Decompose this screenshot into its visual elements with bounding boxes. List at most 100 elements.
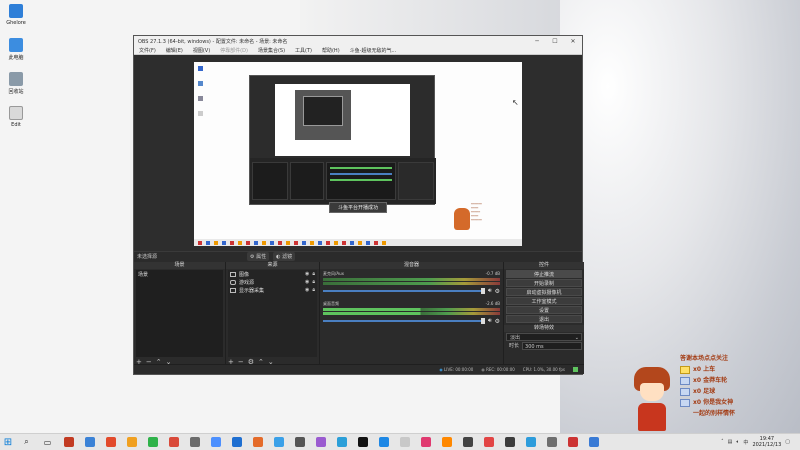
desktop-icon-ghelore[interactable]: Ghelore	[4, 4, 28, 26]
taskbar-app-icon[interactable]	[373, 434, 394, 450]
clock-date: 2021/12/13	[752, 442, 782, 448]
stop-streaming-button[interactable]: 停止推流	[506, 270, 582, 278]
obs-window[interactable]: OBS 27.1.3 (64-bit, windows) - 配置文件: 未命名…	[133, 35, 584, 375]
duration-input[interactable]: 300 ms	[522, 342, 582, 350]
taskbar-app-icon[interactable]	[436, 434, 457, 450]
desktop-icon-computer[interactable]: 此电脑	[4, 38, 28, 61]
minimize-icon[interactable]: ─	[528, 38, 546, 45]
menu-help[interactable]: 帮助(H)	[317, 47, 345, 54]
notification-icon[interactable]: ▢	[785, 439, 790, 445]
visibility-eye-icon[interactable]: ◉	[305, 287, 309, 293]
taskbar-app-icon[interactable]	[457, 434, 478, 450]
transition-select[interactable]: 淡出 ⌄	[506, 333, 582, 341]
search-icon[interactable]: ⌕	[16, 434, 37, 450]
taskbar-app-icon[interactable]	[310, 434, 331, 450]
taskbar-app-icon[interactable]	[289, 434, 310, 450]
recycle-bin-icon	[9, 72, 23, 86]
overlay-line: x0 上车	[680, 364, 800, 375]
menu-docks[interactable]: 停靠部件(D)	[215, 47, 253, 54]
lock-icon[interactable]: 🔒︎	[312, 279, 315, 285]
clock[interactable]: 19:47 2021/12/13	[752, 436, 781, 448]
taskbar-app-icon[interactable]	[478, 434, 499, 450]
task-view-icon[interactable]: ▭	[37, 434, 58, 450]
volume-slider[interactable]	[323, 288, 485, 294]
sources-list[interactable]: 图像 ◉ 🔒︎ 游戏源 ◉ 🔒︎ 显示器采集 ◉ 🔒︎	[228, 270, 317, 357]
taskbar-app-icon[interactable]	[415, 434, 436, 450]
gear-icon[interactable]: ⚙	[495, 288, 500, 295]
taskbar-app-icon[interactable]	[583, 434, 604, 450]
menu-view[interactable]: 视图(V)	[188, 47, 215, 54]
source-item[interactable]: 显示器采集 ◉ 🔒︎	[228, 286, 317, 294]
taskbar-apps	[58, 434, 604, 450]
taskbar-app-icon[interactable]	[184, 434, 205, 450]
menu-douyu-plugin[interactable]: 斗鱼-超级无敌的气...	[345, 47, 402, 54]
volume-slider[interactable]	[323, 318, 485, 324]
taskbar-app-icon[interactable]	[205, 434, 226, 450]
obs-titlebar[interactable]: OBS 27.1.3 (64-bit, windows) - 配置文件: 未命名…	[134, 36, 582, 46]
menu-file[interactable]: 文件(F)	[134, 47, 161, 54]
tray-chevron-icon[interactable]: ˄	[721, 439, 724, 445]
taskbar-app-icon[interactable]	[226, 434, 247, 450]
visibility-eye-icon[interactable]: ◉	[305, 279, 309, 285]
overlay-line: x0 足球	[680, 386, 800, 397]
menu-scene-collection[interactable]: 场景集合(S)	[253, 47, 290, 54]
menu-edit[interactable]: 编辑(E)	[161, 47, 188, 54]
start-recording-button[interactable]: 开始录制	[506, 279, 582, 287]
preview-desktop-icons	[198, 66, 206, 126]
windows-start-icon[interactable]: ⊞	[0, 437, 16, 448]
taskbar-app-icon[interactable]	[499, 434, 520, 450]
ime-icon[interactable]: 中	[743, 439, 748, 446]
lock-icon[interactable]: 🔒︎	[312, 287, 315, 293]
live-status: ◉ LIVE: 00:00:00	[439, 367, 474, 372]
taskbar-app-icon[interactable]	[121, 434, 142, 450]
taskbar-app-icon[interactable]	[520, 434, 541, 450]
lock-icon[interactable]: 🔒︎	[312, 271, 315, 277]
maximize-icon[interactable]: ☐	[546, 38, 564, 45]
close-icon[interactable]: ✕	[564, 38, 582, 45]
taskbar-app-icon[interactable]	[352, 434, 373, 450]
taskbar-app-icon[interactable]	[541, 434, 562, 450]
taskbar-app-icon[interactable]	[331, 434, 352, 450]
scene-item[interactable]: 场景	[136, 270, 223, 278]
visibility-eye-icon[interactable]: ◉	[305, 271, 309, 277]
preview-canvas[interactable]: 斗鱼平台开播成功 ↖ ━━━━━━ ━━━━ ━━━━━ ━━━━ ━━━━━━	[194, 62, 522, 246]
menu-tools[interactable]: 工具(T)	[290, 47, 317, 54]
properties-button[interactable]: ⚙ 属性	[247, 251, 270, 261]
track-name: 麦克风/Aux	[323, 271, 344, 276]
desktop-icon-label: Edit	[11, 122, 21, 128]
source-item[interactable]: 游戏源 ◉ 🔒︎	[228, 278, 317, 286]
exit-button[interactable]: 退出	[506, 315, 582, 323]
taskbar-app-icon[interactable]	[163, 434, 184, 450]
overlay-header: 答谢本场点点关注	[680, 355, 729, 362]
taskbar-app-icon[interactable]	[394, 434, 415, 450]
volume-icon[interactable]: 🔈︎	[736, 439, 739, 445]
taskbar-app-icon[interactable]	[562, 434, 583, 450]
scenes-list[interactable]: 场景	[136, 270, 223, 357]
controls-dock: 控件 停止推流 开始录制 启动虚拟摄像机 工作室模式 设置 退出 转场特效 淡出…	[504, 262, 584, 366]
preview-area[interactable]: 斗鱼平台开播成功 ↖ ━━━━━━ ━━━━ ━━━━━ ━━━━ ━━━━━━	[134, 55, 582, 251]
overlay-line: 一起的别样情怀	[693, 410, 736, 417]
taskbar-app-icon[interactable]	[247, 434, 268, 450]
taskbar-app-icon[interactable]	[100, 434, 121, 450]
network-icon[interactable]: ▤	[728, 439, 733, 445]
taskbar-app-icon[interactable]	[268, 434, 289, 450]
gear-icon[interactable]: ⚙	[495, 318, 500, 325]
wallpaper-band	[300, 0, 600, 40]
speaker-icon[interactable]: 🔊︎	[488, 317, 492, 325]
studio-mode-button[interactable]: 工作室模式	[506, 297, 582, 305]
taskbar-app-icon[interactable]	[142, 434, 163, 450]
speaker-icon[interactable]: 🔊︎	[488, 287, 492, 295]
stream-success-toast: 斗鱼平台开播成功	[329, 202, 387, 213]
virtual-camera-button[interactable]: 启动虚拟摄像机	[506, 288, 582, 296]
desktop-icon-recycle-bin[interactable]: 回收站	[4, 72, 28, 95]
nested-obs-preview	[249, 75, 436, 205]
filters-button[interactable]: ◐ 滤镜	[273, 251, 296, 261]
taskbar-app-icon[interactable]	[58, 434, 79, 450]
transitions-dock-title: 转场特效	[504, 325, 584, 332]
desktop-icon-edit[interactable]: Edit	[4, 106, 28, 128]
source-item[interactable]: 图像 ◉ 🔒︎	[228, 270, 317, 278]
settings-button[interactable]: 设置	[506, 306, 582, 314]
taskbar: ⊞ ⌕ ▭ ˄ ▤ 🔈︎ 中 19:47 2021/12/13 ▢	[0, 433, 800, 450]
mouse-cursor-icon: ↖	[512, 98, 519, 107]
taskbar-app-icon[interactable]	[79, 434, 100, 450]
